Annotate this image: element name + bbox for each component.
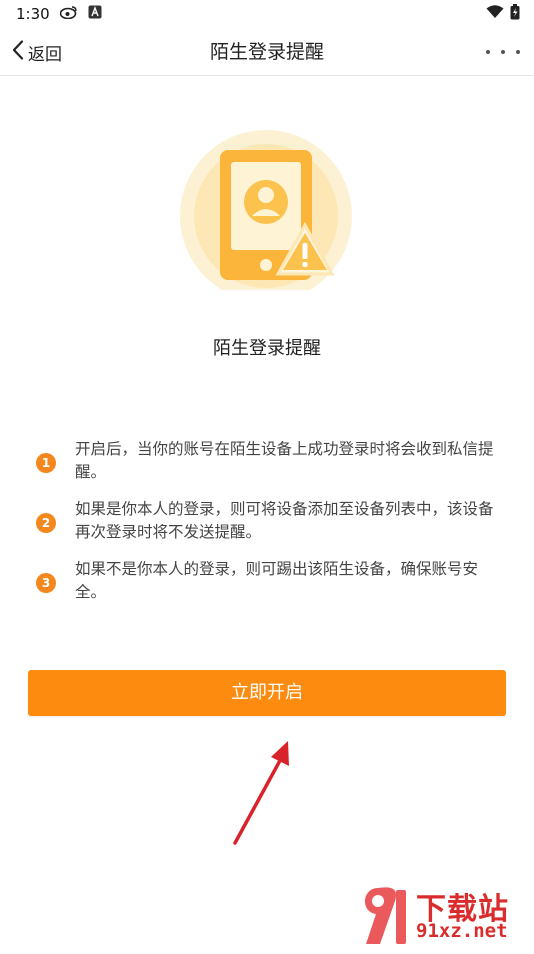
- tip-text: 如果不是你本人的登录，则可踢出该陌生设备，确保账号安全。: [75, 560, 479, 601]
- watermark-url: 91xz.net: [416, 920, 508, 942]
- more-dot-icon: [501, 50, 505, 54]
- tip-item: 2 如果是你本人的登录，则可将设备添加至设备列表中，该设备再次登录时将不发送提醒…: [36, 498, 506, 544]
- watermark-logo-icon: [364, 887, 406, 944]
- page-title: 陌生登录提醒: [209, 41, 324, 63]
- tip-text: 开启后，当你的账号在陌生设备上成功登录时将会收到私信提醒。: [75, 440, 494, 481]
- status-bar: 1:30: [0, 0, 534, 28]
- nav-bar: 返回 陌生登录提醒: [0, 28, 534, 76]
- tip-number-badge: 1: [36, 453, 56, 473]
- red-arrow-annotation-icon: [225, 735, 305, 854]
- wifi-icon: [486, 5, 504, 23]
- phone-warning-illustration: [180, 130, 356, 302]
- site-watermark: 下载站 91xz.net: [358, 882, 534, 950]
- status-right: [486, 4, 520, 24]
- more-dot-icon: [486, 50, 490, 54]
- tip-number-badge: 2: [36, 513, 56, 533]
- battery-icon: [510, 4, 520, 24]
- status-time: 1:30: [16, 5, 50, 23]
- app-notification-icon: [88, 5, 102, 23]
- weibo-icon: [59, 5, 78, 23]
- more-dot-icon: [516, 50, 520, 54]
- tip-item: 3 如果不是你本人的登录，则可踢出该陌生设备，确保账号安全。: [36, 558, 506, 604]
- enable-now-button[interactable]: 立即开启: [28, 670, 506, 716]
- tip-text: 如果是你本人的登录，则可将设备添加至设备列表中，该设备再次登录时将不发送提醒。: [75, 500, 494, 541]
- more-options-button[interactable]: [486, 42, 520, 62]
- status-left: 1:30: [16, 5, 102, 23]
- tips-list: 1 开启后，当你的账号在陌生设备上成功登录时将会收到私信提醒。 2 如果是你本人…: [36, 438, 506, 618]
- hero-caption: 陌生登录提醒: [213, 338, 321, 359]
- tip-number-badge: 3: [36, 573, 56, 593]
- tip-item: 1 开启后，当你的账号在陌生设备上成功登录时将会收到私信提醒。: [36, 438, 506, 484]
